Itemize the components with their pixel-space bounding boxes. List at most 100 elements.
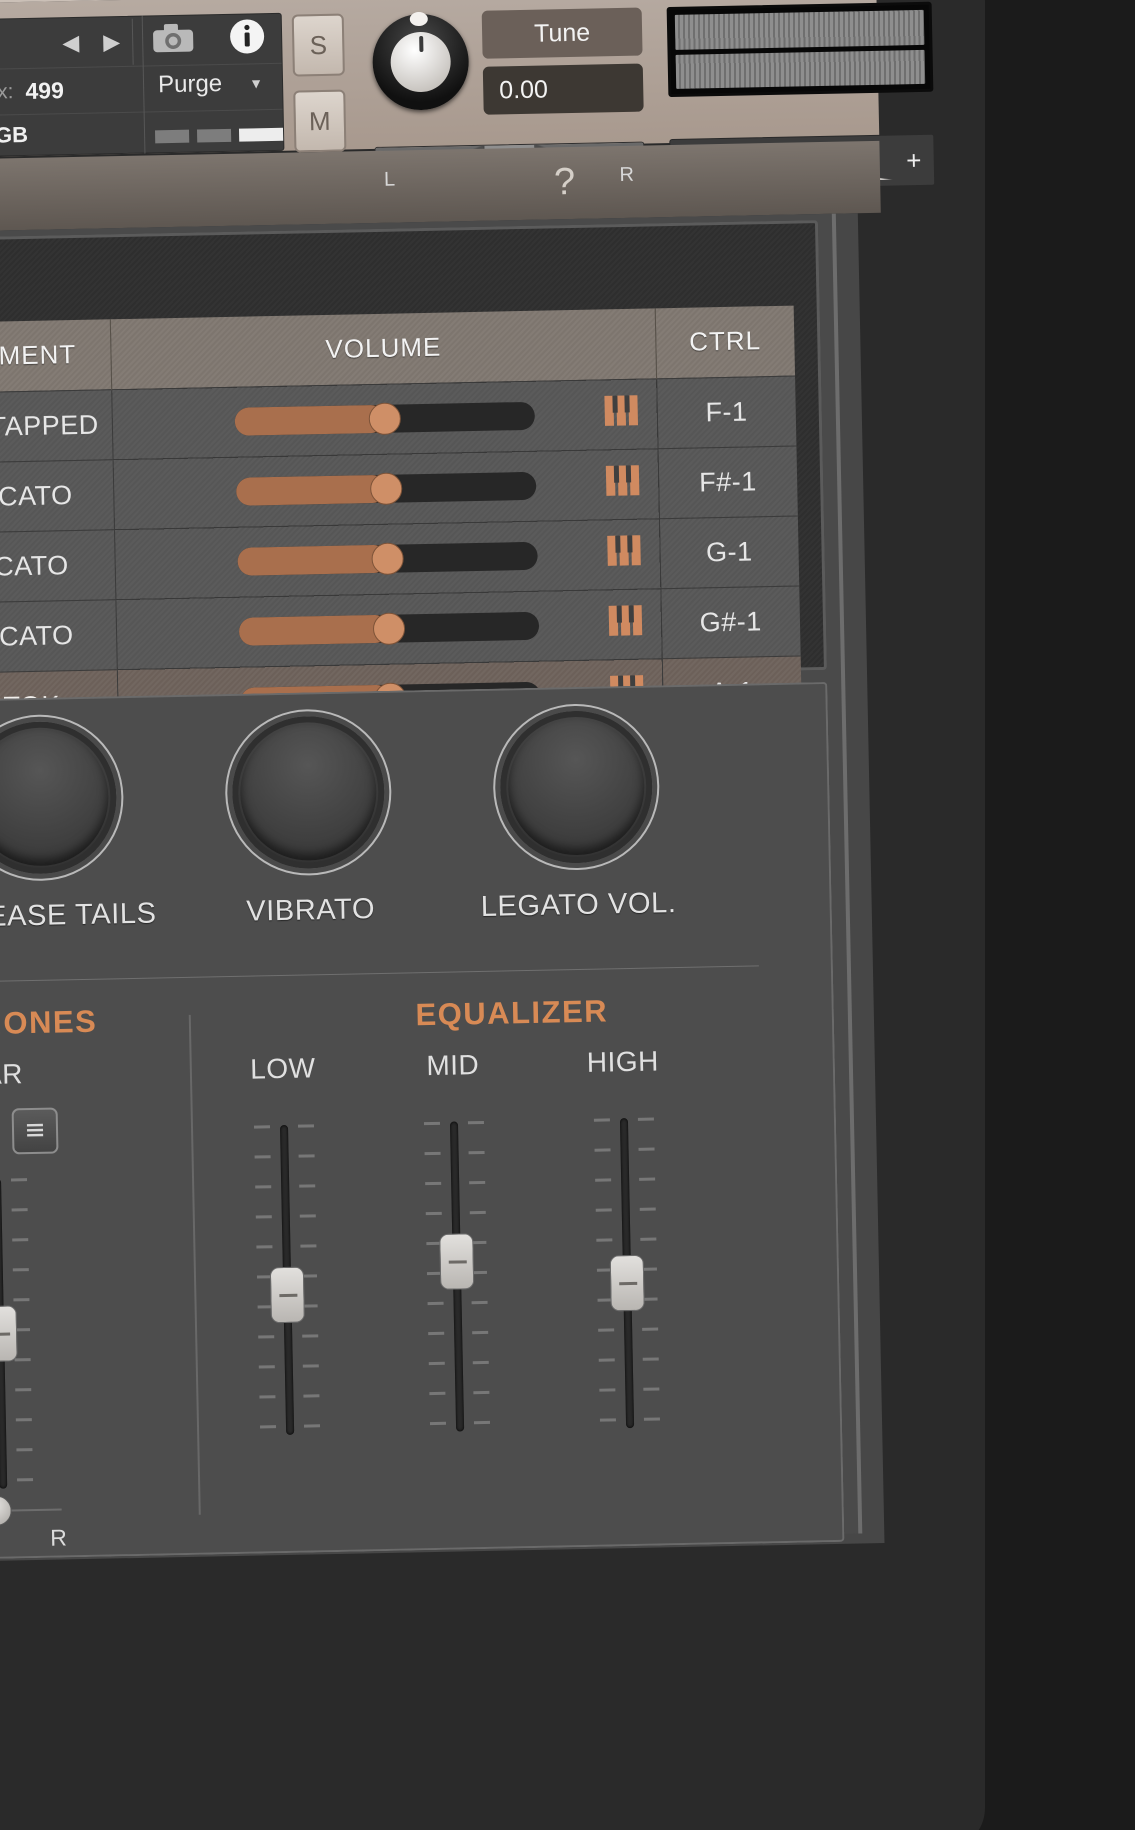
tick	[473, 1390, 490, 1395]
memory-value: 2.19 GB	[0, 121, 29, 149]
row-volume-cell[interactable]	[113, 448, 660, 530]
tick	[297, 1124, 315, 1128]
slider-handle[interactable]	[609, 1254, 645, 1312]
knob-dial[interactable]	[0, 720, 118, 876]
mic-buttons-far	[0, 1107, 59, 1156]
row-instrument-name[interactable]: SPICC TAPPED	[0, 389, 114, 465]
row-volume-slider[interactable]	[238, 611, 540, 646]
tick	[595, 1208, 612, 1212]
row-ctrl-right-label: F#-1	[698, 465, 757, 497]
tick	[643, 1417, 660, 1421]
tick	[642, 1357, 659, 1361]
tick	[258, 1335, 275, 1339]
piano-keys-icon[interactable]	[608, 605, 644, 636]
tick	[15, 1418, 32, 1422]
tick	[425, 1211, 442, 1216]
volume-plus-label[interactable]: +	[893, 144, 934, 176]
column-header-instrument: INSTRUMENT	[0, 319, 112, 395]
eq-fader-mid[interactable]	[423, 1120, 491, 1432]
piano-keys-icon[interactable]	[604, 395, 639, 426]
list-icon[interactable]	[11, 1107, 59, 1155]
tune-fields: Tune 0.00	[481, 7, 644, 123]
eq-fader-high[interactable]	[593, 1117, 660, 1429]
row-instrument-name[interactable]: PIZZICATO	[0, 599, 118, 675]
row-volume-cell[interactable]	[111, 378, 658, 460]
slider-handle[interactable]	[0, 1305, 18, 1363]
controls-panel: SPEEDRELEASE TAILSVIBRATOLEGATO VOL. MIC…	[0, 681, 845, 1565]
vu-meter-right	[675, 49, 926, 89]
tune-knob-highlight	[409, 11, 428, 27]
tick	[255, 1215, 272, 1219]
tick	[643, 1387, 660, 1391]
chevron-down-icon[interactable]: ▼	[249, 75, 263, 91]
slider-fill	[235, 474, 387, 506]
tick	[303, 1424, 321, 1428]
tick	[13, 1298, 30, 1302]
slider-fill	[238, 614, 390, 646]
tick	[596, 1238, 613, 1242]
tick	[471, 1300, 488, 1305]
next-preset-icon[interactable]: ▶	[91, 28, 132, 55]
tick	[424, 1151, 441, 1156]
section-divider	[0, 965, 759, 988]
mic-pan-far[interactable]: LR	[0, 1494, 67, 1551]
tick	[302, 1334, 319, 1338]
row-ctrl-right: G-1	[659, 515, 799, 589]
knob-label: VIBRATO	[245, 893, 376, 928]
eq-fader-low[interactable]	[253, 1124, 321, 1435]
slider-fill	[234, 404, 386, 436]
tick	[469, 1180, 486, 1185]
tick	[12, 1268, 29, 1272]
tick	[599, 1388, 616, 1392]
plugin-window: ole ◀ ▶ 0 Max: 499 2.19	[0, 0, 985, 1830]
pan-left-label: L	[383, 168, 396, 191]
mic-fader-far[interactable]	[0, 1178, 34, 1489]
slider-handle[interactable]	[269, 1266, 305, 1324]
tick	[298, 1154, 315, 1158]
knob-release-tails[interactable]: RELEASE TAILS	[0, 719, 158, 935]
knob-dial[interactable]	[230, 714, 386, 870]
row-ctrl-right: G#-1	[660, 585, 801, 659]
knob-vibrato[interactable]: VIBRATO	[192, 714, 426, 930]
row-volume-slider[interactable]	[235, 471, 537, 506]
knob-legato-vol[interactable]: LEGATO VOL.	[460, 709, 694, 925]
tick	[259, 1395, 276, 1399]
tick	[598, 1328, 615, 1332]
tick	[595, 1178, 612, 1182]
mic-eq-divider	[188, 1014, 201, 1515]
instrument-panel-inner: CTRL INSTRUMENT VOLUME CTRL C-1SPICC TAP…	[0, 213, 863, 1565]
solo-mute-buttons: S M	[291, 13, 347, 167]
row-instrument-name[interactable]: STACCATO	[0, 459, 115, 535]
screenshot-root: ole ◀ ▶ 0 Max: 499 2.19	[0, 0, 1135, 1830]
tick	[302, 1364, 319, 1368]
piano-keys-icon[interactable]	[607, 535, 642, 566]
tick	[429, 1421, 447, 1426]
tick	[428, 1361, 445, 1366]
mute-button[interactable]: M	[293, 89, 347, 153]
row-volume-cell[interactable]	[115, 588, 663, 670]
row-volume-cell[interactable]	[114, 518, 661, 600]
prev-preset-icon[interactable]: ◀	[50, 29, 91, 56]
tune-knob-pointer	[419, 35, 424, 53]
articulation-table: CTRL INSTRUMENT VOLUME CTRL C-1SPICC TAP…	[0, 305, 802, 748]
knob-dial[interactable]	[498, 709, 654, 865]
tick	[472, 1360, 489, 1365]
row-instrument-name[interactable]: MARCATO	[0, 529, 116, 605]
tune-knob-cap	[390, 31, 452, 93]
eq-label-mid: MID	[426, 1049, 480, 1082]
tick	[423, 1121, 441, 1126]
solo-button[interactable]: S	[291, 13, 345, 77]
tick	[428, 1331, 445, 1336]
slider-fill	[237, 544, 388, 576]
slider-handle[interactable]	[439, 1232, 475, 1290]
help-icon[interactable]: ?	[554, 161, 576, 204]
tune-knob[interactable]	[371, 11, 470, 111]
row-volume-slider[interactable]	[234, 401, 536, 436]
level-bar	[196, 128, 232, 143]
tune-label: Tune	[481, 7, 643, 59]
row-volume-slider[interactable]	[237, 541, 538, 576]
tune-value[interactable]: 0.00	[482, 63, 644, 115]
pan-knob[interactable]	[0, 1495, 12, 1527]
output-level-bars	[154, 127, 284, 144]
piano-keys-icon[interactable]	[605, 465, 641, 496]
